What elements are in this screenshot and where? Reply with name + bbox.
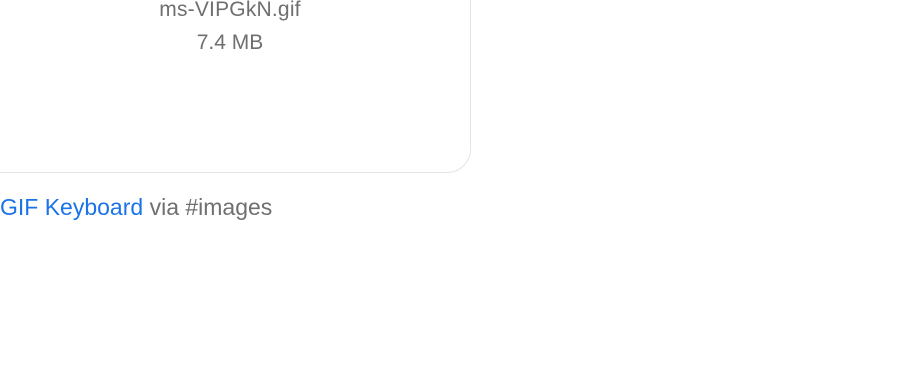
attachment-file-size: 7.4 MB	[196, 31, 264, 54]
gif-keyboard-link[interactable]: GIF Keyboard	[0, 194, 143, 220]
attachment-file-name: ms-VIPGkN.gif	[159, 0, 301, 21]
gif-attachment-card[interactable]	[0, 0, 471, 173]
attachment-source: GIF Keyboard via #images	[0, 191, 272, 223]
message-attachment: ms-VIPGkN.gif 7.4 MB GIF Keyboard via #i…	[0, 0, 898, 387]
via-channel-text: via #images	[143, 194, 273, 220]
